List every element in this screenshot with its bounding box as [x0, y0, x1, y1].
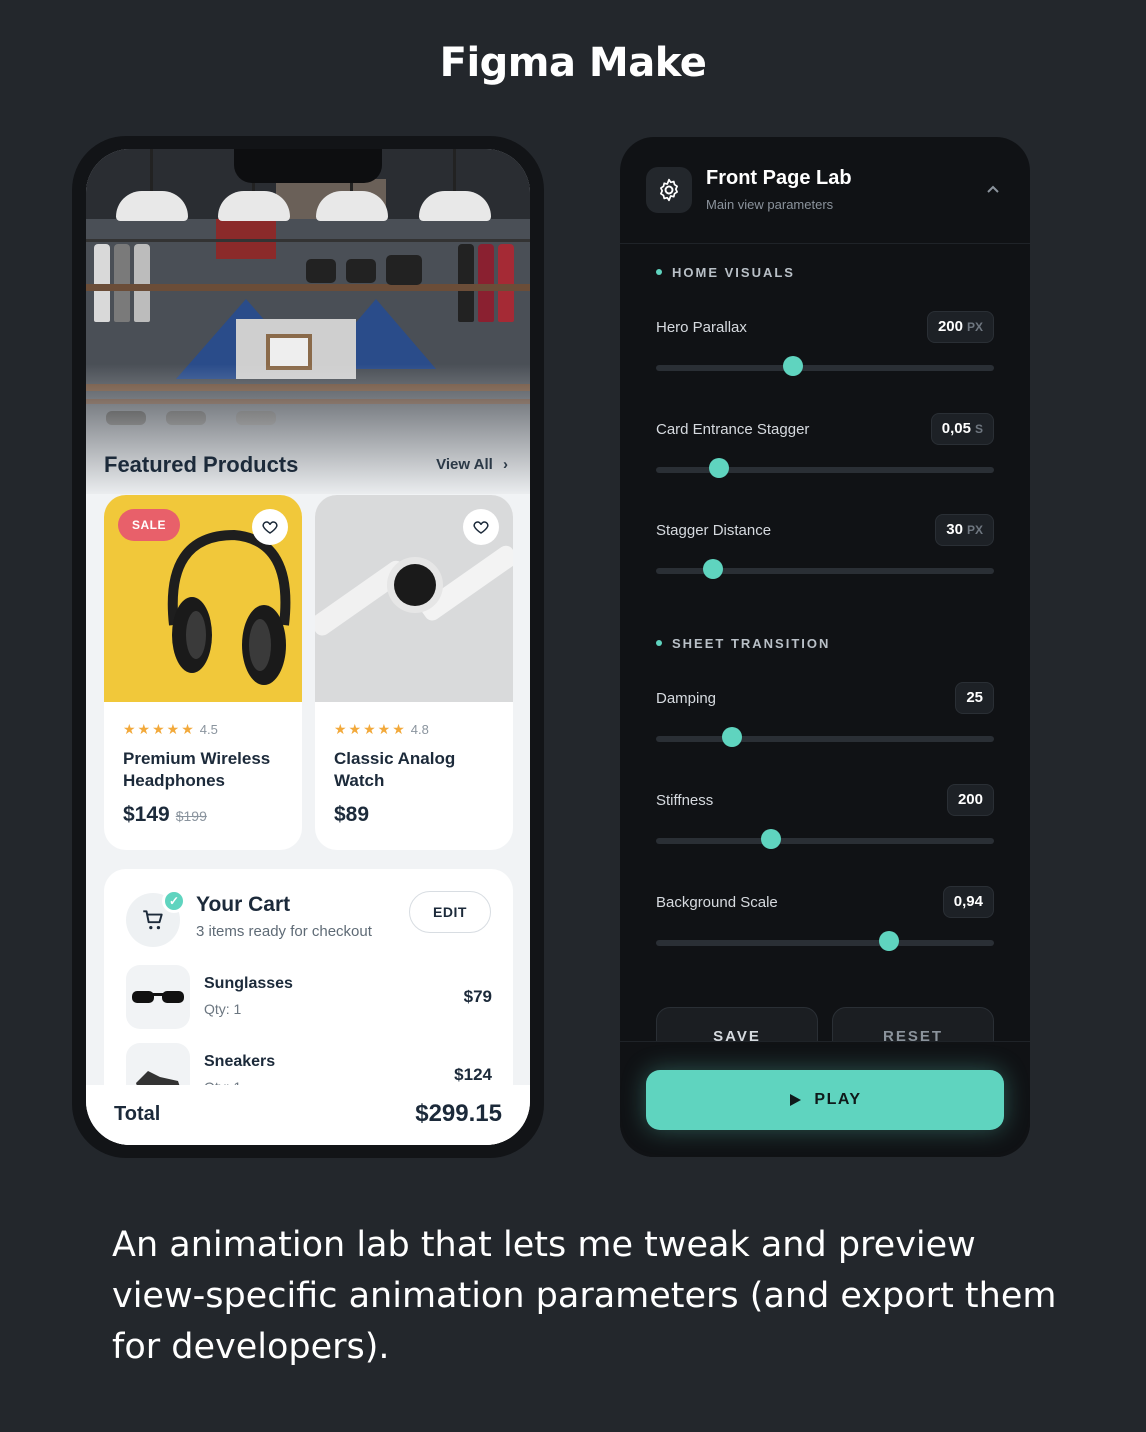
param-label: Hero Parallax — [656, 319, 747, 336]
play-label: PLAY — [814, 1091, 862, 1108]
view-all-label: View All — [436, 456, 493, 473]
product-price: $149 $199 — [123, 803, 207, 826]
product-name: Classic Analog Watch — [334, 749, 456, 790]
play-button[interactable]: PLAY — [646, 1070, 1004, 1130]
chevron-right-icon: › — [503, 456, 508, 473]
sunglasses-thumbnail — [126, 965, 190, 1029]
panel-subtitle: Main view parameters — [706, 197, 834, 212]
section-home-visuals: HOME VISUALS — [656, 265, 795, 280]
phone-mockup: Featured Products View All › SALE ★★★★★ … — [72, 136, 544, 1158]
param-label: Card Entrance Stagger — [656, 421, 810, 438]
edit-cart-button[interactable]: EDIT — [409, 891, 491, 933]
product-card-watch[interactable]: ★★★★★ 4.8 Classic Analog Watch $89 — [315, 495, 513, 850]
param-value-field[interactable]: 30 PX — [935, 514, 994, 546]
panel-header[interactable]: Front Page Lab Main view parameters — [620, 137, 1030, 244]
param-stiffness: Stiffness 200 — [656, 784, 994, 864]
item-name: Sunglasses — [204, 975, 293, 992]
param-background-scale: Background Scale 0,94 — [656, 886, 994, 966]
slider-track[interactable] — [656, 365, 994, 371]
slider-handle[interactable] — [879, 931, 900, 951]
param-label: Stagger Distance — [656, 522, 772, 539]
item-price: $79 — [463, 987, 492, 1006]
caption-text: An animation lab that lets me tweak and … — [112, 1225, 1057, 1367]
view-all-link[interactable]: View All › — [436, 456, 508, 473]
param-value-field[interactable]: 0,05 S — [930, 413, 994, 445]
panel-footer: PLAY — [620, 1041, 1030, 1157]
param-card-entrance-stagger: Card Entrance Stagger 0,05 S — [656, 413, 994, 493]
product-name: Premium Wireless Headphones — [123, 749, 271, 790]
param-label: Stiffness — [656, 792, 714, 809]
heart-icon[interactable] — [252, 509, 288, 545]
slider-handle[interactable] — [722, 727, 743, 747]
cart-subtitle: 3 items ready for checkout — [196, 923, 372, 940]
panel-title: Front Page Lab — [706, 167, 852, 189]
section-sheet-transition: SHEET TRANSITION — [656, 636, 830, 651]
param-value-field[interactable]: 200 — [946, 784, 994, 816]
play-icon — [790, 1094, 802, 1106]
param-value-field[interactable]: 200 PX — [926, 311, 994, 343]
rating-value: 4.5 — [199, 722, 218, 737]
param-value-field[interactable]: 25 — [955, 682, 994, 714]
param-label: Damping — [656, 690, 717, 707]
cart-icon: ✓ — [126, 889, 186, 947]
slider-track[interactable] — [656, 838, 994, 844]
product-price: $89 — [334, 803, 370, 826]
slider-track[interactable] — [656, 940, 994, 946]
item-price: $124 — [454, 1065, 492, 1084]
phone-notch — [234, 149, 382, 183]
animation-lab-panel: Front Page Lab Main view parameters HOME… — [620, 137, 1030, 1157]
cart-item[interactable]: Sunglasses Qty: 1 $79 — [126, 965, 492, 1029]
check-icon: ✓ — [162, 889, 186, 913]
heart-icon[interactable] — [463, 509, 499, 545]
rating-stars: ★★★★★ 4.5 — [123, 721, 218, 737]
rating-value: 4.8 — [410, 722, 429, 737]
param-value-field[interactable]: 0,94 — [942, 886, 994, 918]
slider-track[interactable] — [656, 736, 994, 742]
param-stagger-distance: Stagger Distance 30 PX — [656, 514, 994, 594]
featured-products-title: Featured Products — [104, 452, 299, 477]
cart-title: Your Cart — [196, 893, 291, 916]
param-damping: Damping 25 — [656, 682, 994, 762]
product-card-headphones[interactable]: SALE ★★★★★ 4.5 Premium Wireless Headphone… — [104, 495, 302, 850]
chevron-up-icon[interactable] — [986, 181, 1000, 199]
slider-handle[interactable] — [760, 829, 781, 849]
gear-icon — [646, 167, 692, 213]
original-price: $199 — [175, 808, 207, 824]
total-label: Total — [114, 1103, 161, 1125]
param-label: Background Scale — [656, 894, 778, 911]
slider-handle[interactable] — [782, 356, 803, 376]
total-value: $299.15 — [415, 1100, 502, 1127]
total-bar: Total $299.15 — [86, 1085, 530, 1145]
hero-store-image — [86, 149, 530, 494]
slider-track[interactable] — [656, 467, 994, 473]
sale-badge: SALE — [118, 509, 180, 541]
slider-handle[interactable] — [703, 559, 724, 579]
page-headline: Figma Make — [439, 40, 707, 86]
slider-handle[interactable] — [708, 458, 729, 478]
param-hero-parallax: Hero Parallax 200 PX — [656, 311, 994, 391]
item-quantity: Qty: 1 — [204, 1001, 242, 1017]
item-name: Sneakers — [204, 1053, 276, 1070]
rating-stars: ★★★★★ 4.8 — [334, 721, 429, 737]
phone-screen: Featured Products View All › SALE ★★★★★ … — [86, 149, 530, 1145]
